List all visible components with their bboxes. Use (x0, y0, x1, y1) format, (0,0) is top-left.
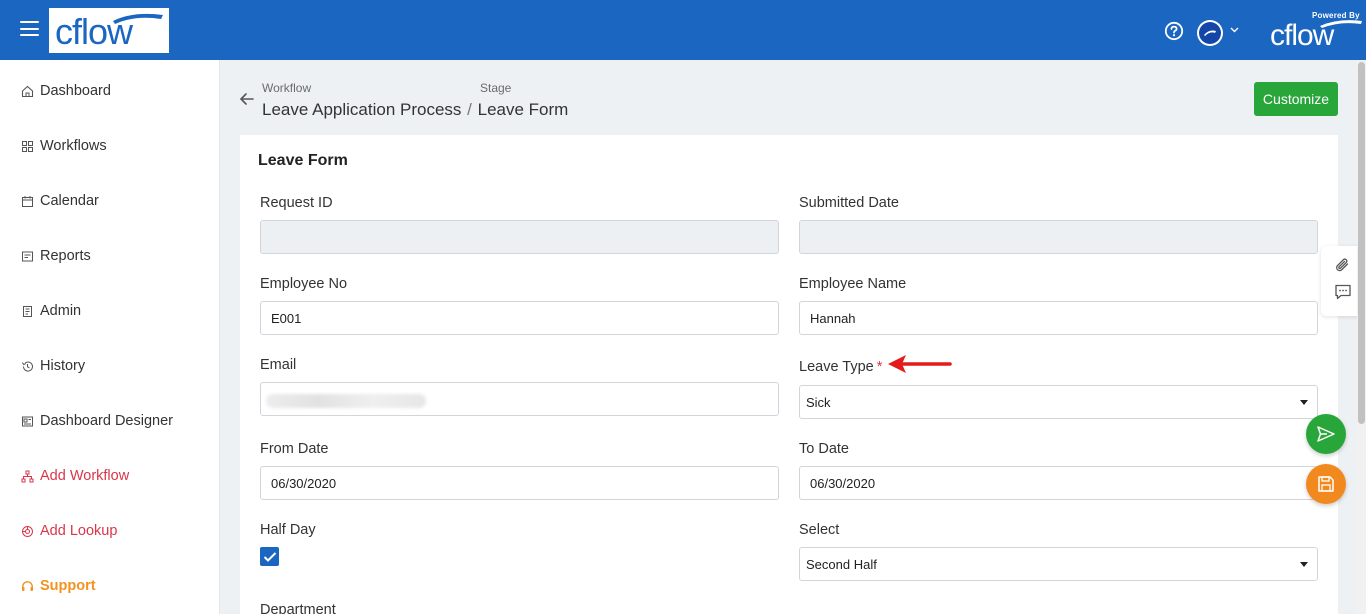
hamburger-menu-icon[interactable] (20, 21, 39, 36)
submitted-date-field (799, 220, 1318, 254)
sidebar-item-calendar[interactable]: Calendar (20, 190, 99, 212)
redacted-email-value (266, 394, 426, 408)
employee-no-label: Employee No (260, 276, 348, 292)
sidebar-item-label: Support (40, 578, 96, 594)
annotation-arrow-icon (888, 355, 952, 373)
stage-name: Leave Form (477, 100, 569, 119)
form-title: Leave Form (258, 152, 348, 169)
back-arrow-icon[interactable] (238, 90, 256, 108)
attachment-paperclip-icon[interactable] (1334, 257, 1352, 275)
dropdown-caret-icon (1300, 400, 1308, 405)
breadcrumb: Leave Application Process / Leave Form (262, 100, 568, 120)
svg-text:cflow: cflow (55, 11, 134, 51)
submitted-date-label: Submitted Date (799, 195, 899, 211)
powered-by-cflow-logo: cflow (1270, 19, 1362, 49)
history-icon (20, 359, 34, 373)
dropdown-caret-icon (1300, 562, 1308, 567)
lookup-icon (20, 524, 34, 538)
sidebar-item-add-workflow[interactable]: Add Workflow (20, 465, 129, 487)
from-date-label: From Date (260, 441, 329, 457)
half-select[interactable]: Second Half (799, 547, 1318, 581)
chevron-down-icon[interactable] (1230, 27, 1239, 33)
cflow-logo[interactable]: cflow (49, 8, 169, 53)
leave-type-label: Leave Type * (799, 359, 882, 375)
sidebar-item-history[interactable]: History (20, 355, 85, 377)
request-id-label: Request ID (260, 195, 333, 211)
sidebar-item-support[interactable]: Support (20, 575, 96, 597)
sidebar-item-label: Workflows (40, 138, 107, 154)
form-card: Leave Form Request ID Submitted Date Emp… (240, 135, 1338, 614)
required-star: * (876, 359, 883, 375)
sidebar-item-label: Admin (40, 303, 82, 319)
employee-no-field[interactable] (260, 301, 779, 335)
sidebar-item-workflows[interactable]: Workflows (20, 135, 107, 157)
comment-icon[interactable] (1334, 283, 1352, 301)
leave-type-value: Sick (806, 394, 831, 410)
help-question-icon[interactable] (1164, 21, 1184, 41)
top-bar: cflow Powered By cflow (0, 0, 1366, 60)
sidebar-item-label: Add Workflow (40, 468, 130, 484)
page-scrollbar[interactable] (1357, 60, 1366, 614)
half-day-checkbox[interactable] (260, 547, 279, 566)
sidebar-item-admin[interactable]: Admin (20, 300, 81, 322)
department-label: Department (260, 602, 336, 614)
workflow-label: Workflow (262, 81, 312, 95)
submit-send-button[interactable] (1306, 414, 1346, 454)
half-select-value: Second Half (806, 556, 877, 572)
stage-label: Stage (480, 81, 512, 95)
scrollbar-thumb[interactable] (1358, 62, 1365, 424)
leave-type-select[interactable]: Sick (799, 385, 1318, 419)
to-date-field[interactable] (799, 466, 1318, 500)
half-day-label: Half Day (260, 522, 316, 538)
sidebar: Dashboard Workflows Calendar Reports Adm… (0, 60, 220, 614)
employee-name-label: Employee Name (799, 276, 907, 292)
sidebar-item-label: Dashboard Designer (40, 413, 173, 429)
send-icon (1317, 426, 1335, 442)
leave-type-label-text: Leave Type (799, 359, 874, 375)
sidebar-item-label: Dashboard (40, 83, 111, 99)
sidebar-item-dashboard-designer[interactable]: Dashboard Designer (20, 410, 173, 432)
calendar-icon (20, 194, 34, 208)
sidebar-item-label: Calendar (40, 193, 99, 209)
email-label: Email (260, 357, 297, 373)
workflow-name[interactable]: Leave Application Process (262, 100, 461, 119)
sidebar-item-label: Reports (40, 248, 91, 264)
user-avatar[interactable] (1197, 20, 1223, 46)
to-date-label: To Date (799, 441, 849, 457)
sidebar-item-reports[interactable]: Reports (20, 245, 91, 267)
save-floppy-icon (1318, 476, 1334, 492)
svg-text:cflow: cflow (1270, 19, 1335, 49)
admin-icon (20, 304, 34, 318)
headset-icon (20, 579, 34, 593)
sidebar-item-label: History (40, 358, 86, 374)
avatar-logo-icon (1199, 22, 1221, 44)
designer-icon (20, 414, 34, 428)
home-icon (20, 84, 34, 98)
sidebar-item-label: Add Lookup (40, 523, 118, 539)
cflow-logo-graphic: cflow (55, 11, 163, 51)
select-label: Select (799, 522, 840, 538)
request-id-field (260, 220, 779, 254)
checkmark-icon (263, 551, 276, 562)
employee-name-field[interactable] (799, 301, 1318, 335)
report-icon (20, 249, 34, 263)
from-date-field[interactable] (260, 466, 779, 500)
breadcrumb-separator: / (467, 100, 472, 119)
sitemap-icon (20, 469, 34, 483)
save-button[interactable] (1306, 464, 1346, 504)
customize-button[interactable]: Customize (1254, 82, 1338, 116)
sidebar-item-dashboard[interactable]: Dashboard (20, 80, 111, 102)
grid-icon (20, 139, 34, 153)
sidebar-item-add-lookup[interactable]: Add Lookup (20, 520, 117, 542)
